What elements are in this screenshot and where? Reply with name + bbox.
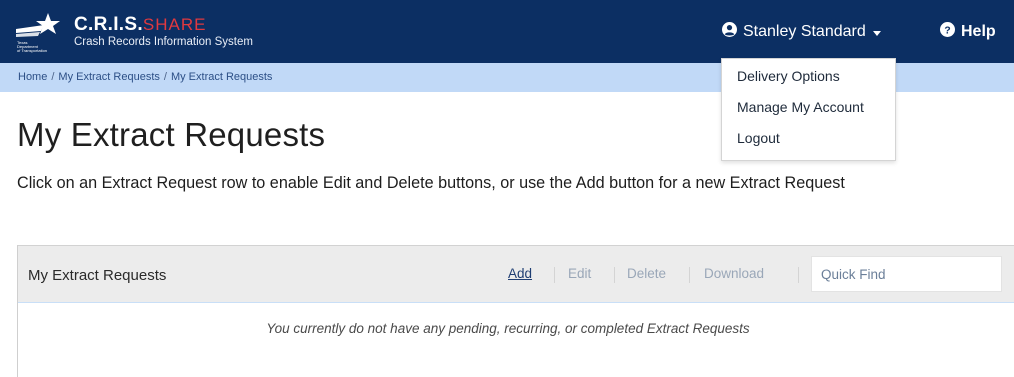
page-instructions: Click on an Extract Request row to enabl… <box>17 174 845 192</box>
extract-requests-panel: My Extract Requests Add Edit Delete Down… <box>17 245 1014 377</box>
empty-state-message: You currently do not have any pending, r… <box>266 321 750 336</box>
edit-button[interactable]: Edit <box>568 266 591 281</box>
breadcrumb-extract-requests[interactable]: My Extract Requests <box>58 71 159 83</box>
user-name: Stanley Standard <box>743 23 866 40</box>
brand-title: C.R.I.S.SHARE <box>74 13 253 35</box>
user-menu-toggle[interactable]: Stanley Standard <box>722 20 881 44</box>
help-menu-toggle[interactable]: ? Help <box>940 20 996 44</box>
user-circle-icon <box>722 22 737 42</box>
action-divider <box>689 267 690 283</box>
top-navbar: Texas Department of Transportation C.R.I… <box>0 0 1014 63</box>
menu-item-logout[interactable]: Logout <box>737 130 780 146</box>
panel-title: My Extract Requests <box>28 267 167 284</box>
page-title: My Extract Requests <box>17 116 326 153</box>
breadcrumb: Home / My Extract Requests / My Extract Requ… <box>18 71 272 83</box>
breadcrumb-separator: / <box>51 71 55 83</box>
brand-title-main: C.R.I.S. <box>74 13 143 35</box>
download-button[interactable]: Download <box>704 266 764 281</box>
brand-title-accent: SHARE <box>142 14 207 34</box>
brand-subtitle: Crash Records Information System <box>74 35 253 48</box>
menu-item-manage-account[interactable]: Manage My Account <box>737 99 864 115</box>
menu-item-delivery-options[interactable]: Delivery Options <box>737 68 840 84</box>
help-label: Help <box>961 23 996 40</box>
delete-button[interactable]: Delete <box>627 266 666 281</box>
action-divider <box>798 267 799 283</box>
breadcrumb-current: My Extract Requests <box>170 71 273 83</box>
question-circle-icon: ? <box>940 22 955 42</box>
brand[interactable]: Texas Department of Transportation C.R.I… <box>14 6 253 58</box>
action-divider <box>614 267 615 283</box>
add-button[interactable]: Add <box>508 266 532 281</box>
action-divider <box>554 267 555 283</box>
panel-header: My Extract Requests Add Edit Delete Down… <box>18 245 1014 303</box>
txdot-logo: Texas Department of Transportation <box>14 11 68 53</box>
breadcrumb-separator: / <box>163 71 167 83</box>
breadcrumb-home[interactable]: Home <box>18 71 47 83</box>
logo-text-line: of Transportation <box>17 48 47 53</box>
svg-text:?: ? <box>944 25 950 36</box>
quick-find-input[interactable] <box>811 256 1002 292</box>
brand-text: C.R.I.S.SHARE Crash Records Information … <box>74 13 253 50</box>
caret-down-icon <box>872 30 881 36</box>
user-dropdown-menu: Delivery Options Manage My Account Logou… <box>721 58 896 161</box>
